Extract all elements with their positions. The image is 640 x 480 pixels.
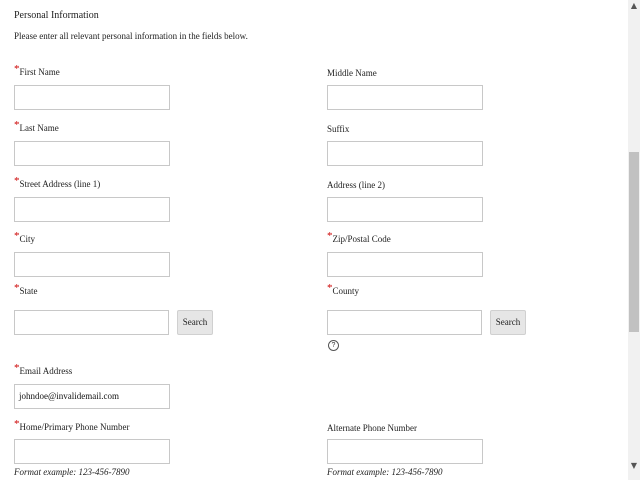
home-phone-label: *Home/Primary Phone Number (14, 418, 130, 433)
street1-label: *Street Address (line 1) (14, 175, 101, 190)
middle-name-label: Middle Name (327, 68, 377, 78)
required-marker: * (14, 230, 20, 242)
city-input[interactable] (14, 252, 170, 277)
email-input[interactable]: johndoe@invalidemail.com (14, 384, 170, 409)
alt-phone-format-hint: Format example: 123-456-7890 (327, 467, 443, 477)
first-name-input[interactable] (14, 85, 170, 110)
county-search-button[interactable]: Search (490, 310, 526, 335)
zip-label: *Zip/Postal Code (327, 230, 391, 245)
suffix-label: Suffix (327, 124, 350, 134)
alt-phone-label: Alternate Phone Number (327, 423, 417, 433)
street1-label-text: Street Address (line 1) (19, 179, 101, 189)
street2-input[interactable] (327, 197, 483, 222)
section-intro: Please enter all relevant personal infor… (14, 31, 248, 41)
city-label: *City (14, 230, 36, 245)
zip-input[interactable] (327, 252, 483, 277)
first-name-label: *First Name (14, 63, 60, 78)
home-phone-format-hint: Format example: 123-456-7890 (14, 467, 130, 477)
home-phone-input[interactable] (14, 439, 170, 464)
county-input[interactable] (327, 310, 482, 335)
zip-label-text: Zip/Postal Code (332, 234, 391, 244)
street2-label: Address (line 2) (327, 180, 385, 190)
state-label: *State (14, 282, 38, 297)
email-label-text: Email Address (19, 366, 73, 376)
county-label: *County (327, 282, 360, 297)
scroll-down-arrow-icon[interactable]: ▼ (630, 462, 638, 470)
county-label-text: County (332, 286, 360, 296)
state-label-text: State (19, 286, 38, 296)
help-icon[interactable]: ? (328, 340, 339, 351)
last-name-label-text: Last Name (19, 123, 59, 133)
required-marker: * (14, 362, 20, 374)
required-marker: * (14, 63, 20, 75)
city-label-text: City (19, 234, 36, 244)
required-marker: * (14, 418, 20, 430)
scrollbar-thumb[interactable] (629, 152, 639, 332)
email-label: *Email Address (14, 362, 73, 377)
first-name-label-text: First Name (19, 67, 60, 77)
required-marker: * (14, 119, 20, 131)
last-name-label: *Last Name (14, 119, 59, 134)
state-input[interactable] (14, 310, 169, 335)
scroll-up-arrow-icon[interactable]: ▲ (630, 2, 638, 10)
middle-name-input[interactable] (327, 85, 483, 110)
home-phone-label-text: Home/Primary Phone Number (19, 422, 130, 432)
alt-phone-input[interactable] (327, 439, 483, 464)
required-marker: * (14, 175, 20, 187)
street1-input[interactable] (14, 197, 170, 222)
required-marker: * (327, 230, 333, 242)
required-marker: * (14, 282, 20, 294)
section-title: Personal Information (14, 10, 99, 21)
required-marker: * (327, 282, 333, 294)
last-name-input[interactable] (14, 141, 170, 166)
suffix-input[interactable] (327, 141, 483, 166)
state-search-button[interactable]: Search (177, 310, 213, 335)
